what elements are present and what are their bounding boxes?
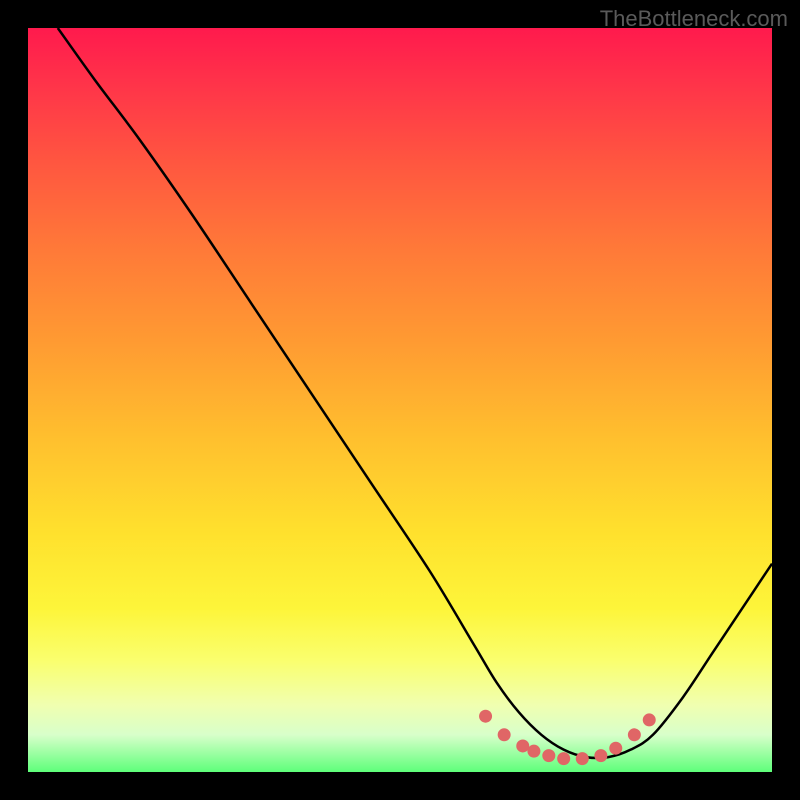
highlight-markers	[479, 710, 656, 765]
chart-svg	[28, 28, 772, 772]
bottleneck-curve	[58, 28, 772, 758]
marker-dot	[609, 742, 622, 755]
chart-container	[28, 28, 772, 772]
marker-dot	[557, 752, 570, 765]
marker-dot	[527, 745, 540, 758]
marker-dot	[516, 739, 529, 752]
marker-dot	[479, 710, 492, 723]
watermark-text: TheBottleneck.com	[600, 6, 788, 32]
marker-dot	[576, 752, 589, 765]
marker-dot	[643, 713, 656, 726]
marker-dot	[594, 749, 607, 762]
marker-dot	[542, 749, 555, 762]
marker-dot	[628, 728, 641, 741]
marker-dot	[498, 728, 511, 741]
